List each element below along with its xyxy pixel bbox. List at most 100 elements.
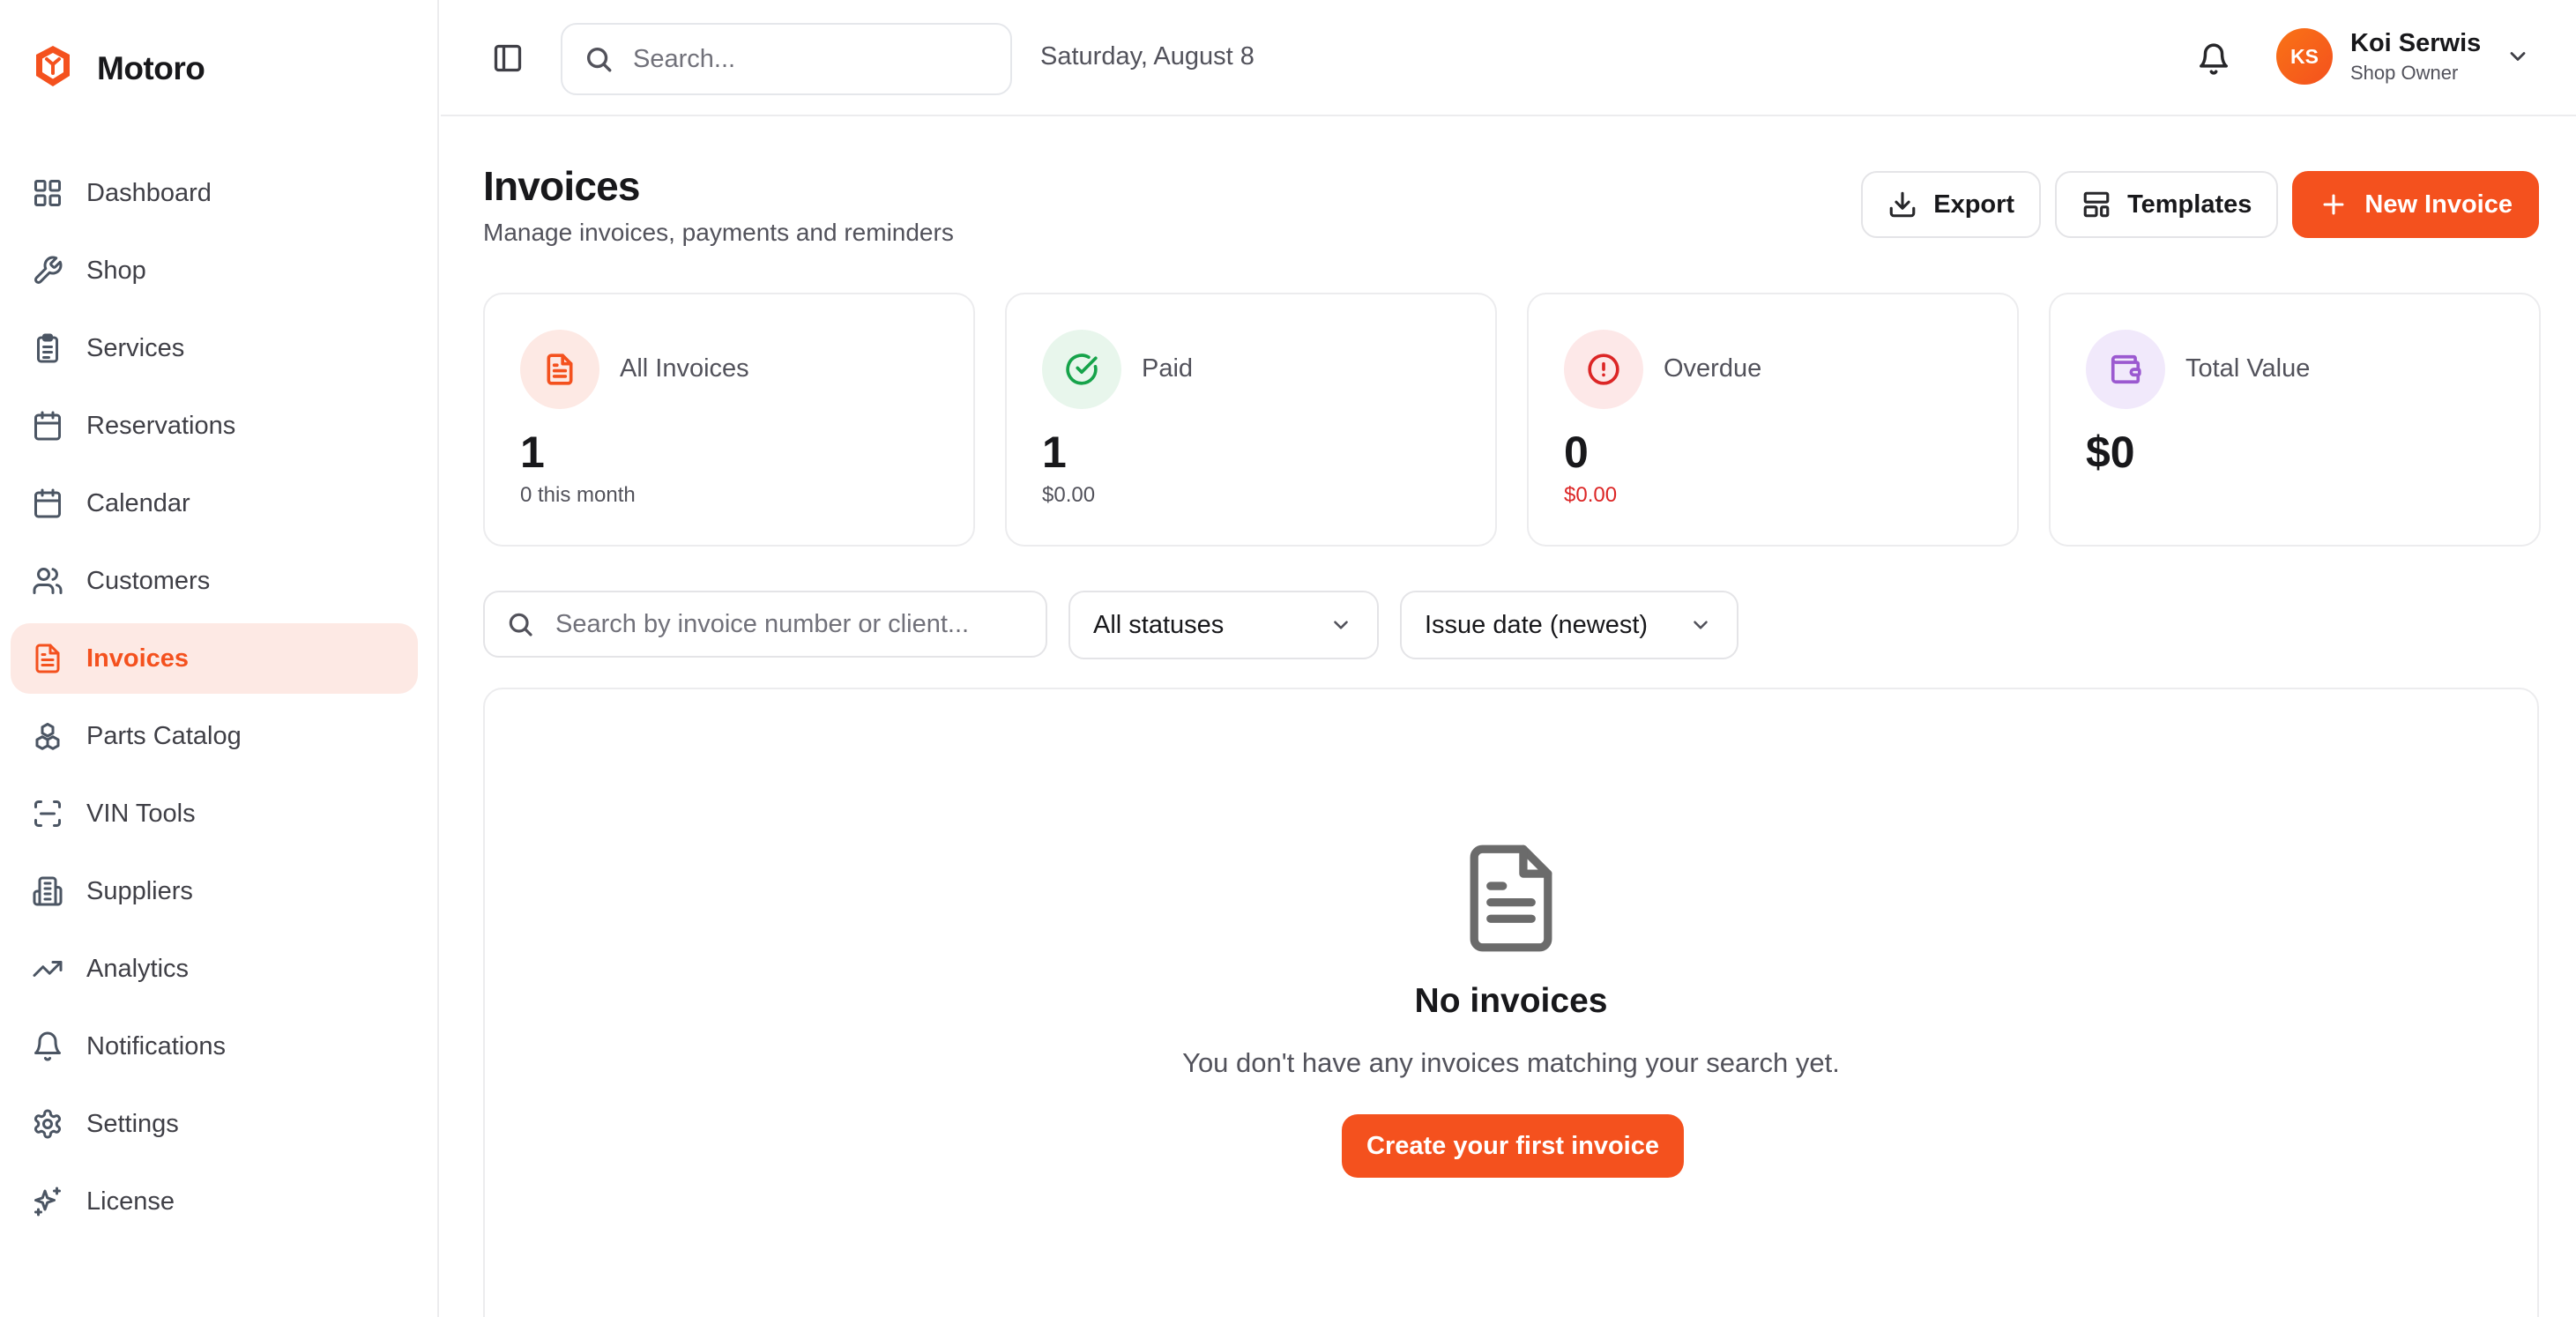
trending-up-icon bbox=[33, 961, 63, 977]
sidebar-item-reservations[interactable]: Reservations bbox=[11, 391, 418, 461]
sidebar-nav: Dashboard Shop Services Reservations Cal… bbox=[11, 158, 418, 1244]
plus-icon bbox=[2323, 194, 2344, 215]
templates-button-label: Templates bbox=[2127, 190, 2252, 219]
grid-icon bbox=[34, 180, 61, 206]
file-text-icon bbox=[520, 330, 599, 409]
invoice-search[interactable] bbox=[483, 591, 1047, 658]
stat-value: 1 bbox=[1042, 428, 1067, 477]
check-circle-icon bbox=[1042, 330, 1121, 409]
bell-icon bbox=[34, 1031, 61, 1061]
alert-circle-icon bbox=[1564, 330, 1643, 409]
sidebar-item-label: Notifications bbox=[86, 1031, 226, 1060]
boxes-icon bbox=[35, 723, 60, 750]
stat-title: Total Value bbox=[2185, 354, 2311, 383]
sidebar-item-label: Suppliers bbox=[86, 876, 193, 905]
avatar: KS bbox=[2276, 28, 2333, 85]
sidebar-item-parts-catalog[interactable]: Parts Catalog bbox=[11, 701, 418, 771]
user-info: Koi Serwis Shop Owner bbox=[2350, 29, 2481, 85]
status-filter-select[interactable]: All statuses bbox=[1068, 591, 1379, 659]
sidebar-item-label: Customers bbox=[86, 566, 211, 595]
sidebar: Motoro Dashboard Shop Services Reservati… bbox=[0, 0, 439, 1317]
user-menu[interactable]: KS Koi Serwis Shop Owner bbox=[2276, 28, 2530, 85]
empty-state-text: You don't have any invoices matching you… bbox=[1182, 1047, 1840, 1078]
stat-title: Overdue bbox=[1664, 354, 1762, 383]
sidebar-item-label: Parts Catalog bbox=[86, 721, 242, 750]
sidebar-item-label: Reservations bbox=[86, 411, 236, 440]
sidebar-item-customers[interactable]: Customers bbox=[11, 546, 418, 616]
create-first-invoice-button[interactable]: Create your first invoice bbox=[1342, 1114, 1684, 1178]
stats-row: All Invoices 1 0 this month Paid 1 $0.00… bbox=[483, 293, 2541, 547]
stat-value: 0 bbox=[1564, 428, 1589, 477]
sidebar-item-label: Analytics bbox=[86, 954, 190, 983]
page-title: Invoices bbox=[483, 163, 641, 209]
invoices-list-panel: No invoices You don't have any invoices … bbox=[483, 688, 2539, 1317]
download-icon bbox=[1889, 191, 1916, 218]
sidebar-item-label: Dashboard bbox=[86, 178, 212, 207]
sidebar-toggle-button[interactable] bbox=[492, 42, 524, 74]
chevron-down-icon bbox=[1694, 621, 1708, 629]
export-button-label: Export bbox=[1933, 190, 2015, 219]
empty-state-title: No invoices bbox=[1414, 982, 1608, 1020]
wrench-icon bbox=[34, 256, 63, 284]
sidebar-item-notifications[interactable]: Notifications bbox=[11, 1011, 418, 1082]
sidebar-item-invoices[interactable]: Invoices bbox=[11, 623, 418, 694]
user-name: Koi Serwis bbox=[2350, 28, 2482, 57]
stat-card-all-invoices: All Invoices 1 0 this month bbox=[483, 293, 975, 547]
export-button[interactable]: Export bbox=[1861, 171, 2042, 238]
wallet-icon bbox=[2086, 330, 2165, 409]
current-date: Saturday, August 8 bbox=[1040, 42, 1254, 71]
sparkles-icon bbox=[34, 1187, 61, 1217]
building-icon bbox=[33, 876, 63, 906]
new-invoice-button[interactable]: New Invoice bbox=[2292, 171, 2539, 238]
page-actions: Export Templates New Invoice bbox=[1861, 171, 2539, 238]
sidebar-item-calendar[interactable]: Calendar bbox=[11, 468, 418, 539]
templates-button[interactable]: Templates bbox=[2055, 171, 2279, 238]
chevron-down-icon bbox=[2505, 44, 2530, 69]
sidebar-item-dashboard[interactable]: Dashboard bbox=[11, 158, 418, 228]
file-text-icon bbox=[35, 644, 60, 673]
status-filter-value: All statuses bbox=[1093, 610, 1225, 639]
stat-value: $0 bbox=[2086, 428, 2135, 477]
sidebar-item-label: VIN Tools bbox=[86, 799, 196, 828]
sort-value: Issue date (newest) bbox=[1425, 610, 1649, 639]
stat-title: All Invoices bbox=[620, 354, 749, 383]
top-header: Saturday, August 8 KS Koi Serwis Shop Ow… bbox=[441, 0, 2576, 116]
stat-subtext: $0.00 bbox=[1042, 483, 1096, 507]
page-subtitle: Manage invoices, payments and reminders bbox=[483, 219, 954, 246]
global-search-input[interactable] bbox=[633, 44, 986, 74]
layout-template-icon bbox=[2083, 191, 2110, 218]
stat-card-overdue: Overdue 0 $0.00 bbox=[1527, 293, 2019, 547]
sort-select[interactable]: Issue date (newest) bbox=[1400, 591, 1738, 659]
sidebar-item-shop[interactable]: Shop bbox=[11, 235, 418, 306]
brand[interactable]: Motoro bbox=[34, 44, 205, 93]
sidebar-item-suppliers[interactable]: Suppliers bbox=[11, 856, 418, 926]
sidebar-item-services[interactable]: Services bbox=[11, 313, 418, 383]
user-role: Shop Owner bbox=[2350, 61, 2459, 84]
stat-title: Paid bbox=[1142, 354, 1194, 383]
bell-icon bbox=[2200, 43, 2228, 75]
stat-value: 1 bbox=[520, 428, 545, 477]
sidebar-item-label: Settings bbox=[86, 1109, 179, 1138]
stat-subtext: 0 this month bbox=[520, 483, 636, 507]
clipboard-icon bbox=[37, 333, 58, 363]
brand-name: Motoro bbox=[97, 49, 205, 86]
search-icon bbox=[586, 47, 612, 72]
sidebar-item-license[interactable]: License bbox=[11, 1166, 418, 1237]
panel-left-icon bbox=[494, 44, 522, 72]
chevron-down-icon bbox=[1334, 621, 1348, 629]
calendar-icon bbox=[34, 488, 61, 518]
calendar-icon bbox=[34, 411, 61, 441]
sidebar-item-label: License bbox=[86, 1187, 175, 1216]
sidebar-item-settings[interactable]: Settings bbox=[11, 1089, 418, 1159]
stat-subtext: $0.00 bbox=[1564, 483, 1618, 507]
stat-card-paid: Paid 1 $0.00 bbox=[1005, 293, 1497, 547]
notifications-button[interactable] bbox=[2197, 42, 2230, 76]
stat-card-total-value: Total Value $0 bbox=[2049, 293, 2541, 547]
file-text-icon bbox=[1462, 841, 1560, 956]
global-search[interactable] bbox=[561, 23, 1012, 95]
sidebar-item-vin-tools[interactable]: VIN Tools bbox=[11, 778, 418, 849]
sidebar-item-analytics[interactable]: Analytics bbox=[11, 934, 418, 1004]
motoro-logo-icon bbox=[34, 44, 72, 93]
gear-icon bbox=[34, 1109, 61, 1139]
invoice-search-input[interactable] bbox=[555, 609, 1031, 639]
